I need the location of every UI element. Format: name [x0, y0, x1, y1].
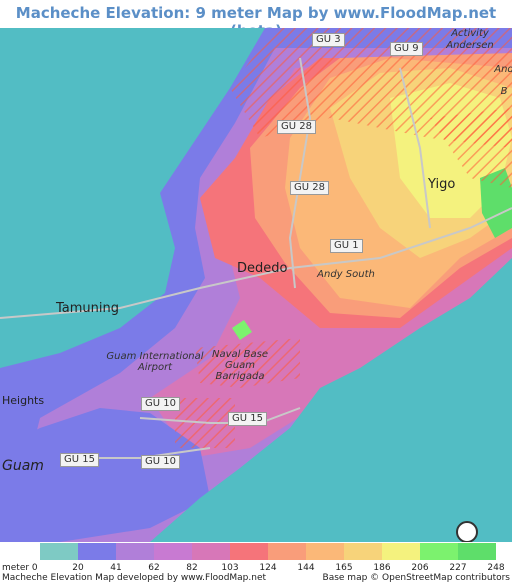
legend-tick-label: 20 [72, 563, 84, 573]
legend-tick-label: 144 [297, 563, 315, 573]
legend-swatch [230, 543, 268, 560]
openstreetmap-logo-icon [456, 521, 478, 542]
place-heights: Heights [2, 394, 45, 407]
place-airport: Guam International Airport [106, 351, 204, 373]
legend-swatch [192, 543, 230, 560]
legend-swatch [306, 543, 344, 560]
legend-tick-label: 41 [110, 563, 122, 573]
legend-tick-label: 248 [487, 563, 505, 573]
place-naval-base: Naval Base Guam Barrigada [212, 349, 268, 382]
place-activity: Activity [451, 28, 489, 39]
road-label-gu1: GU 1 [330, 239, 363, 253]
road-label-gu15-east: GU 15 [228, 412, 267, 426]
road-label-gu10-south: GU 10 [141, 455, 180, 469]
place-dededo: Dededo [237, 261, 288, 276]
place-guam: Guam [2, 458, 44, 474]
legend-swatch [458, 543, 496, 560]
place-yigo: Yigo [428, 177, 456, 192]
legend-tick-label: 62 [148, 563, 160, 573]
place-andy-south: Andy South [317, 269, 375, 280]
legend-swatch [78, 543, 116, 560]
legend-tick-label: 124 [259, 563, 277, 573]
legend-tick-label: 206 [411, 563, 429, 573]
title-bar: Macheche Elevation: 9 meter Map by www.F… [0, 0, 512, 40]
legend-swatch [268, 543, 306, 560]
legend-tick-label: 103 [221, 563, 239, 573]
legend-unit: meter 0 [2, 563, 38, 573]
legend-tick-label: 227 [449, 563, 467, 573]
elevation-legend: meter 0 20 41 62 82 103 124 144 165 186 206 227 248… [0, 542, 512, 583]
legend-swatch [154, 543, 192, 560]
place-and: And [494, 64, 512, 75]
legend-tick-label: 82 [186, 563, 198, 573]
legend-swatch [382, 543, 420, 560]
legend-swatch [420, 543, 458, 560]
place-andersen: Andersen [446, 40, 494, 51]
place-b: B [500, 86, 508, 97]
road-label-gu9: GU 9 [390, 42, 423, 56]
legend-swatch [40, 543, 78, 560]
place-tamuning: Tamuning [56, 301, 120, 316]
legend-swatch [344, 543, 382, 560]
road-label-gu3: GU 3 [312, 33, 345, 47]
legend-tick-label: 165 [335, 563, 353, 573]
road-label-gu28-south: GU 28 [290, 181, 329, 195]
road-label-gu15-west: GU 15 [60, 453, 99, 467]
legend-swatch [116, 543, 154, 560]
road-label-gu10-north: GU 10 [141, 397, 180, 411]
legend-tick-label: 186 [373, 563, 391, 573]
elevation-map[interactable]: GU 3 GU 9 GU 28 GU 28 GU 1 GU 10 GU 15 G… [0, 28, 512, 542]
road-label-gu28-north: GU 28 [277, 120, 316, 134]
